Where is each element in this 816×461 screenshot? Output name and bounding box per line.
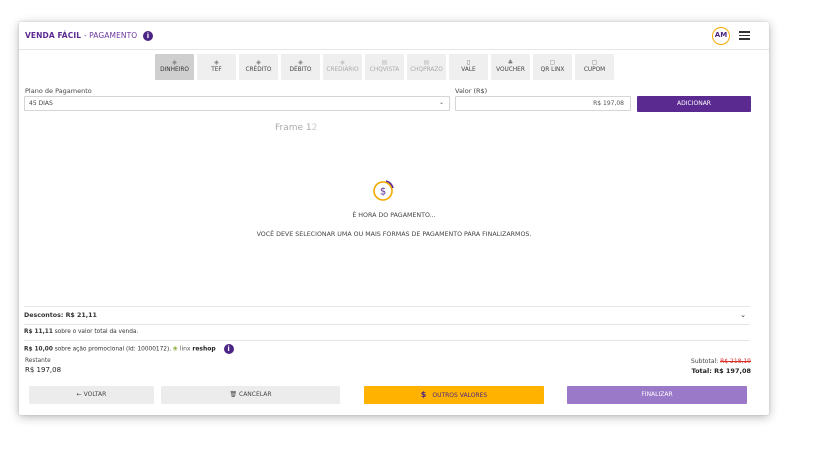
method-label: DINHEIRO	[160, 67, 189, 73]
cancel-label: CANCELAR	[239, 391, 272, 398]
method-qr-linx-button[interactable]: ▢ QR LINX	[533, 54, 572, 80]
linx-reshop-logo: linx reshop	[179, 345, 216, 353]
add-button[interactable]: ADICIONAR	[637, 96, 751, 112]
method-cupom-button[interactable]: ▢ CUPOM	[575, 54, 614, 80]
method-crediário-button[interactable]: ◈ CREDIÁRIO	[323, 54, 362, 80]
check-icon: ▤	[381, 59, 388, 66]
method-label: VOUCHER	[496, 67, 525, 73]
plan-select[interactable]: 45 DIAS ⌄	[24, 96, 450, 111]
card-icon: ◈	[214, 59, 219, 66]
dollar-icon: $	[420, 390, 427, 399]
discounts-row[interactable]: Descontos: R$ 21,11 ⌄	[24, 306, 750, 324]
method-label: QR LINX	[540, 67, 565, 73]
method-label: CRÉDITO	[245, 67, 272, 73]
frame-label-num: 2	[311, 123, 318, 133]
discount-line: R$ 10,00 sobre ação promocional (Id: 100…	[24, 340, 750, 356]
qr-icon: ▢	[549, 59, 556, 66]
cancel-button[interactable]: 🗑 CANCELAR	[161, 386, 340, 404]
coupon-icon: ▢	[591, 59, 598, 66]
plan-value: 45 DIAS	[29, 100, 53, 107]
subtitle-text: PAGAMENTO	[89, 31, 138, 40]
avatar[interactable]: AM	[712, 27, 730, 45]
chevron-down-icon[interactable]: ⌄	[740, 311, 746, 319]
discount-text: sobre ação promocional (Id: 10000172).	[52, 346, 173, 353]
linx-logo-icon: ❀	[172, 345, 178, 353]
plan-label: Plano de Pagamento	[25, 87, 92, 95]
method-label: VALE	[461, 67, 476, 73]
cash-icon: ◈	[172, 59, 177, 66]
svg-text:$: $	[380, 187, 386, 198]
header-bar: VENDA FÁCIL - PAGAMENTO i AM	[19, 22, 769, 50]
card-icon: ◈	[256, 59, 261, 66]
method-label: CUPOM	[583, 67, 606, 73]
total: Total: R$ 197,08	[691, 367, 752, 375]
back-button[interactable]: ← VOLTAR	[29, 386, 154, 404]
discounts-label: Descontos: R$ 21,11	[24, 312, 97, 319]
empty-state-message: VOCÊ DEVE SELECIONAR UMA OU MAIS FORMAS …	[256, 231, 532, 238]
card-icon: ◈	[298, 59, 303, 66]
method-chqvista-button[interactable]: ▤ CHQVISTA	[365, 54, 404, 80]
hamburger-menu-icon[interactable]	[739, 31, 750, 40]
subtotal: Subtotal: R$ 218,19	[691, 358, 751, 365]
method-label: TEF	[211, 67, 222, 73]
method-débito-button[interactable]: ◈ DÉBITO	[281, 54, 320, 80]
method-vale-button[interactable]: ▯ VALE	[449, 54, 488, 80]
chevron-down-icon: ⌄	[438, 99, 444, 106]
finalize-button[interactable]: FINALIZAR	[567, 386, 747, 404]
trash-icon: 🗑	[229, 391, 239, 398]
card-icon: ◈	[340, 59, 345, 66]
value-label: Valor (R$)	[455, 87, 488, 95]
info-icon[interactable]: i	[223, 344, 234, 354]
page-title: VENDA FÁCIL - PAGAMENTO i	[25, 31, 154, 41]
method-label: CHQPRAZO	[410, 67, 443, 73]
remaining-value: R$ 197,08	[25, 366, 62, 374]
other-values-button[interactable]: $ OUTROS VALORES	[364, 386, 544, 404]
remaining-label: Restante	[25, 358, 51, 364]
method-crédito-button[interactable]: ◈ CRÉDITO	[239, 54, 278, 80]
voucher-icon: ♣	[507, 59, 514, 66]
frame-label: Frame 12	[275, 123, 317, 133]
other-values-label: OUTROS VALORES	[432, 392, 488, 399]
empty-state-title: É HORA DO PAGAMENTO...	[352, 212, 436, 219]
voucher-icon: ▯	[466, 59, 471, 66]
method-label: CHQVISTA	[369, 67, 400, 73]
subtotal-value: R$ 218,19	[720, 358, 751, 365]
payment-methods: ◈ DINHEIRO ◈ TEF ◈ CRÉDITO ◈ DÉBITO ◈ CREDIÁRIO ▤ C…	[155, 54, 617, 80]
method-voucher-button[interactable]: ♣ VOUCHER	[491, 54, 530, 80]
payment-window: VENDA FÁCIL - PAGAMENTO i AM ◈ DINHEIRO ◈ T…	[19, 22, 769, 415]
method-tef-button[interactable]: ◈ TEF	[197, 54, 236, 80]
discount-line: R$ 11,11 sobre o valor total da venda.	[24, 324, 750, 340]
method-dinheiro-button[interactable]: ◈ DINHEIRO	[155, 54, 194, 80]
method-chqprazo-button[interactable]: ▤ CHQPRAZO	[407, 54, 446, 80]
method-label: DÉBITO	[289, 67, 312, 73]
check-icon: ▤	[423, 59, 430, 66]
discount-text: sobre o valor total da venda.	[52, 329, 139, 335]
frame-label-text: Frame 1	[275, 123, 312, 133]
discount-amount: R$ 10,00	[24, 346, 53, 353]
discount-amount: R$ 11,11	[24, 329, 53, 335]
info-icon[interactable]: i	[143, 31, 154, 41]
method-label: CREDIÁRIO	[326, 67, 359, 73]
value-input[interactable]: R$ 197,08	[455, 96, 631, 111]
coin-icon: $	[373, 180, 394, 201]
title-text: VENDA FÁCIL	[25, 31, 82, 40]
